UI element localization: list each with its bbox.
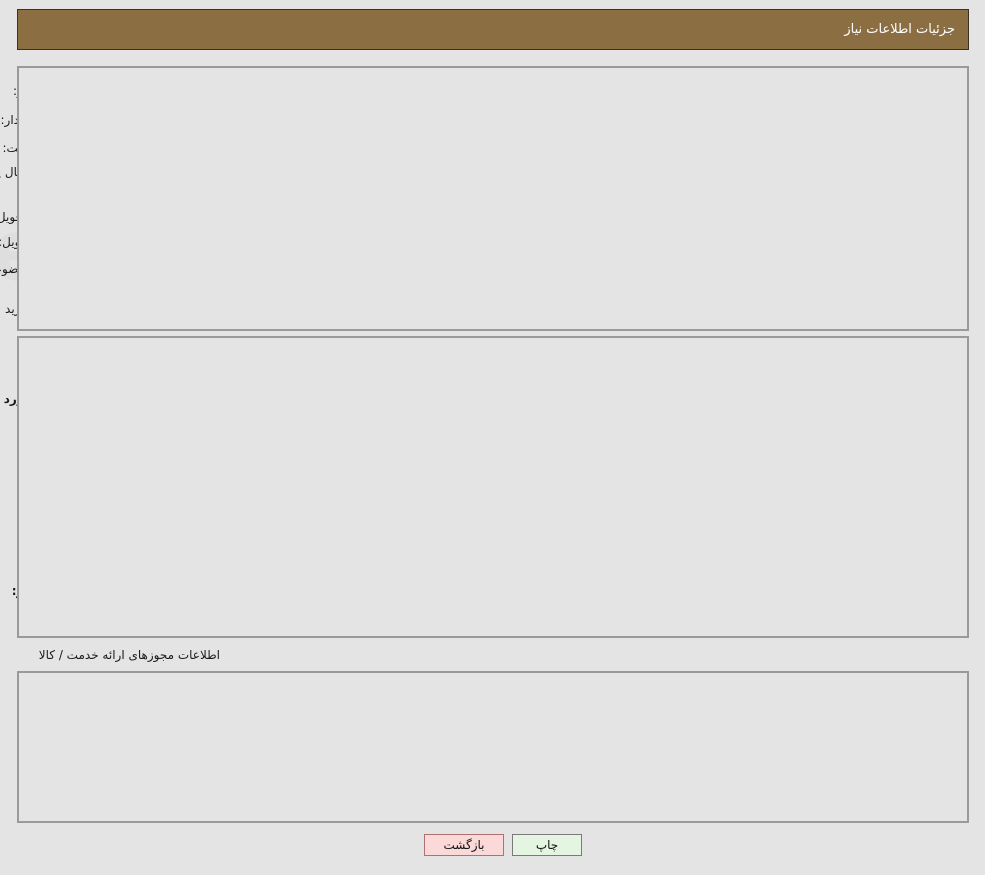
back-button[interactable]: بازگشت bbox=[424, 834, 504, 856]
print-button[interactable]: چاپ bbox=[512, 834, 582, 856]
need-details-panel bbox=[17, 336, 969, 638]
permits-panel bbox=[17, 671, 969, 823]
permits-section-title: اطلاعات مجوزهای ارائه خدمت / کالا bbox=[38, 648, 220, 662]
need-info-panel bbox=[17, 66, 969, 331]
page-title: جزئیات اطلاعات نیاز bbox=[844, 22, 955, 37]
page-title-bar: جزئیات اطلاعات نیاز bbox=[17, 9, 969, 50]
page-root: AnaTender.net جزئیات اطلاعات نیاز شماره … bbox=[0, 0, 985, 875]
